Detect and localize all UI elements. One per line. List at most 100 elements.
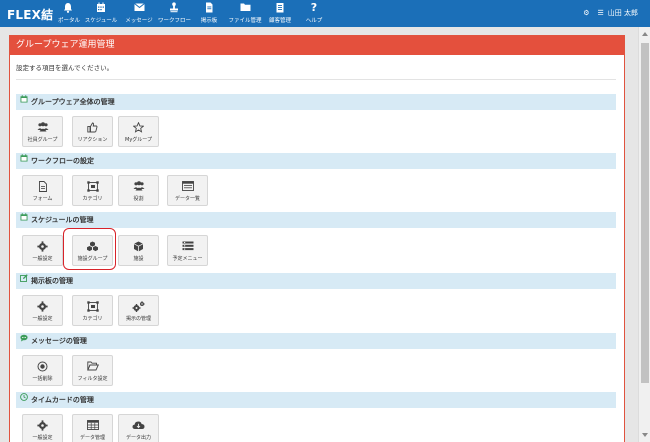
nav-workflow[interactable]: ワークフロー <box>158 2 192 26</box>
nav-message[interactable]: メッセージ <box>124 2 154 26</box>
tile-role[interactable]: 役割 <box>118 175 159 206</box>
calendar-icon <box>20 211 28 227</box>
question-icon: ? <box>310 1 318 14</box>
stamp-icon <box>158 2 190 14</box>
nav-label-file-management: ファイル管理 <box>228 18 262 24</box>
tile-schedule-menu[interactable]: 予定メニュー <box>167 235 208 266</box>
section-title: タイムカードの管理 <box>31 396 94 404</box>
tile-label: 社員グループ <box>27 137 58 143</box>
tile-data-management[interactable]: データ管理 <box>72 414 113 442</box>
cloud-download-icon <box>119 420 158 432</box>
gear-icon <box>23 241 62 253</box>
tile-label: フォーム <box>32 196 53 202</box>
bell-icon <box>58 2 78 14</box>
users-icon <box>119 181 158 193</box>
file-icon <box>23 181 62 193</box>
app-logo[interactable]: FLEX結 <box>7 6 53 23</box>
category-icon <box>73 301 112 313</box>
nav-label-message: メッセージ <box>125 18 153 24</box>
nav-bulletin[interactable]: 掲示板 <box>197 2 221 26</box>
scroll-down-arrow[interactable] <box>642 433 648 437</box>
tile-label: リアクション <box>77 137 108 143</box>
tile-label: 一括削除 <box>32 376 53 382</box>
envelope-icon <box>124 2 154 14</box>
tile-reaction[interactable]: リアクション <box>72 116 113 147</box>
page-title: グループウェア運用管理 <box>10 36 624 55</box>
divider <box>16 79 616 80</box>
tile-bulletin-general-settings[interactable]: 一般設定 <box>22 295 63 326</box>
nav-label-portal: ポータル <box>58 18 81 24</box>
tile-form[interactable]: フォーム <box>22 175 63 206</box>
section-title: 掲示板の管理 <box>31 277 73 285</box>
tile-my-group[interactable]: Myグループ <box>118 116 159 147</box>
tile-label: データ一覧 <box>174 196 200 202</box>
folder-icon <box>228 2 262 14</box>
tile-label: 一般設定 <box>32 316 53 322</box>
tile-timecard-general-settings[interactable]: 一般設定 <box>22 414 63 442</box>
vertical-scrollbar[interactable] <box>638 27 650 442</box>
highlight-facility-group <box>63 228 116 270</box>
tile-employee-group[interactable]: 社員グループ <box>22 116 63 147</box>
tile-label: 予定メニュー <box>172 256 203 262</box>
clipboard-icon <box>266 2 294 14</box>
category-icon <box>73 181 112 193</box>
circle-dot-icon <box>23 361 62 373</box>
folder-open-icon <box>73 361 112 373</box>
tile-data-list[interactable]: データ一覧 <box>167 175 208 206</box>
chat-icon <box>20 332 28 348</box>
tile-bulk-delete[interactable]: 一括削除 <box>22 355 63 386</box>
scroll-up-arrow[interactable] <box>642 32 648 36</box>
nav-customer-management[interactable]: 顧客管理 <box>266 2 294 26</box>
scroll-thumb[interactable] <box>641 43 649 383</box>
section-title: スケジュールの管理 <box>31 216 94 224</box>
section-bulletin-management: 掲示板の管理 <box>16 273 616 289</box>
nav-portal[interactable]: ポータル <box>58 2 81 26</box>
calendar-icon <box>84 2 118 14</box>
user-menu[interactable]: ⚙ ☰ 山田 太郎 <box>583 8 638 18</box>
users-icon <box>23 122 62 134</box>
section-title: メッセージの管理 <box>31 337 87 345</box>
tile-facility[interactable]: 施設 <box>118 235 159 266</box>
table-icon <box>73 420 112 432</box>
calendar-icon <box>20 152 28 168</box>
document-icon <box>197 2 221 14</box>
tile-label: データ出力 <box>125 435 151 441</box>
menu-icon <box>168 241 207 253</box>
clock-icon <box>20 391 28 407</box>
nav-label-schedule: スケジュール <box>84 18 118 24</box>
tile-label: Myグループ <box>125 137 152 143</box>
section-workflow-settings: ワークフローの設定 <box>16 153 616 169</box>
section-schedule-management: スケジュールの管理 <box>16 212 616 228</box>
instruction-text: 設定する項目を選んでください。 <box>16 64 114 72</box>
section-message-management: メッセージの管理 <box>16 333 616 349</box>
tile-label: カテゴリ <box>82 196 103 202</box>
tile-label: カテゴリ <box>82 316 103 322</box>
tile-general-settings[interactable]: 一般設定 <box>22 235 63 266</box>
section-timecard-management: タイムカードの管理 <box>16 392 616 408</box>
gear-icon <box>23 420 62 432</box>
user-icon: ☰ <box>597 9 604 17</box>
top-navbar: FLEX結 ポータル スケジュール メッセージ ワークフロー 掲示板 ファイル管… <box>0 0 650 27</box>
tile-data-export[interactable]: データ出力 <box>118 414 159 442</box>
nav-label-workflow: ワークフロー <box>158 18 192 24</box>
tile-label: 一般設定 <box>32 435 53 441</box>
tile-bulletin-posts[interactable]: 掲示の管理 <box>118 295 159 326</box>
gears-icon <box>119 301 158 313</box>
star-icon <box>119 122 158 134</box>
section-groupware-overall: グループウェア全体の管理 <box>16 94 616 110</box>
settings-icon[interactable]: ⚙ <box>583 9 589 17</box>
tile-filter-settings[interactable]: フィルタ設定 <box>72 355 113 386</box>
nav-label-bulletin: 掲示板 <box>200 18 218 24</box>
gear-icon <box>23 301 62 313</box>
tile-category[interactable]: カテゴリ <box>72 175 113 206</box>
tile-bulletin-category[interactable]: カテゴリ <box>72 295 113 326</box>
edit-icon <box>20 272 28 288</box>
nav-file-management[interactable]: ファイル管理 <box>228 2 262 26</box>
nav-label-help: ヘルプ <box>305 18 323 24</box>
tile-label: データ管理 <box>79 435 105 441</box>
nav-schedule[interactable]: スケジュール <box>84 2 118 26</box>
nav-help[interactable]: ? ヘルプ <box>305 2 323 26</box>
section-title: ワークフローの設定 <box>31 157 94 165</box>
tile-label: 役割 <box>133 196 144 202</box>
nav-label-customer-management: 顧客管理 <box>268 18 291 24</box>
